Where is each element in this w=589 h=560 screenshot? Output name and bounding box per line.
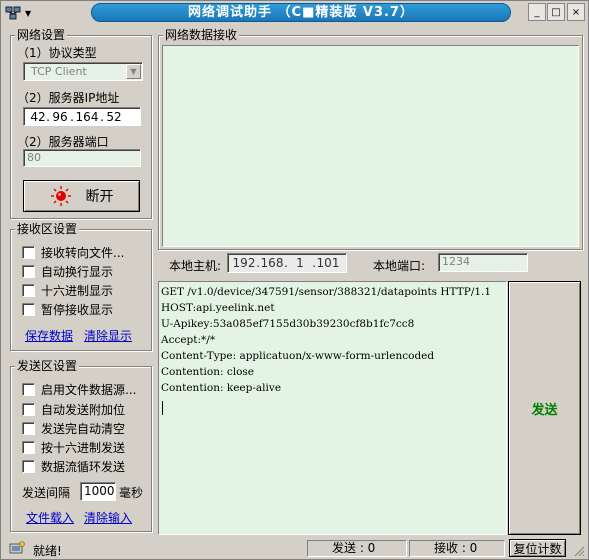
status-text: 就绪! [33,544,62,558]
send-interval-label: 发送间隔 [22,486,71,500]
local-host-label: 本地主机: [169,259,222,273]
recv-data-area[interactable] [162,45,579,247]
clear-display-link[interactable]: 清除显示 [84,327,132,344]
reset-count-button[interactable]: 复位计数 [509,539,566,557]
auto-wrap-checkbox[interactable]: 自动换行显示 [22,263,113,280]
chevron-down-icon[interactable]: ▼ [126,64,141,79]
server-port-label: （2）服务器端口 [17,135,109,149]
send-text-line: HOST:api.yeelink.net [161,302,275,314]
close-button[interactable]: × [567,3,585,21]
title-bar: ▼ 网络调试助手 （C■精装版 V3.7） _ □ × [1,1,588,25]
local-host-field[interactable]: 192 . 168 . 1 . 101 [227,253,347,273]
recv-settings-title: 接收区设置 [15,222,80,236]
window-title: 网络调试助手 （C■精装版 V3.7） [91,3,511,22]
auto-clear-checkbox[interactable]: 发送完自动清空 [22,420,125,437]
connection-indicator-icon [50,186,71,206]
resize-grip-icon[interactable] [573,545,585,557]
send-button[interactable]: 发送 [508,281,581,535]
local-ip-octet: 192 [232,256,256,270]
server-ip-octet: 52 [106,109,122,124]
local-ip-octet: 1 [296,256,304,270]
local-ip-octet: 168 [260,256,284,270]
send-text-area[interactable]: GET /v1.0/device/347591/sensor/388321/da… [158,281,507,535]
interval-unit-label: 毫秒 [119,486,144,500]
recv-area-title: 网络数据接收 [163,28,240,42]
send-text-line: U-Apikey:53a085ef7155d30b39230cf8b1fc7cc… [161,318,415,330]
protocol-value: TCP Client [31,65,87,78]
server-ip-label: （2）服务器IP地址 [17,91,120,105]
send-interval-input[interactable]: 1000 [80,482,116,501]
local-port-field[interactable]: 1234 [438,253,528,272]
send-settings-title: 发送区设置 [15,359,80,373]
clear-input-link[interactable]: 清除输入 [84,509,132,526]
hex-display-checkbox[interactable]: 十六进制显示 [22,282,113,299]
disconnect-label: 断开 [85,189,114,205]
app-window: ▼ 网络调试助手 （C■精装版 V3.7） _ □ × 网络设置 （1）协议类型… [0,0,589,560]
system-menu[interactable]: ▼ [5,3,45,23]
server-ip-field[interactable]: 42 . 96 . 164 . 52 [23,107,141,126]
recv-to-file-checkbox[interactable]: 接收转向文件... [22,244,124,261]
status-icon [9,541,25,554]
server-ip-octet: 96 [52,109,68,124]
send-text-line: Contention: close [161,366,255,378]
protocol-select[interactable]: TCP Client ▼ [23,62,143,81]
net-settings-title: 网络设置 [15,28,68,42]
send-text-line: GET /v1.0/device/347591/sensor/388321/da… [161,286,492,298]
text-caret [162,401,163,415]
hex-send-checkbox[interactable]: 按十六进制发送 [22,439,125,456]
file-source-checkbox[interactable]: 启用文件数据源... [22,381,136,398]
status-bar: 就绪! 发送 : 0 接收 : 0 复位计数 [1,538,588,559]
loop-send-checkbox[interactable]: 数据流循环发送 [22,458,125,475]
save-data-link[interactable]: 保存数据 [25,327,73,344]
local-port-label: 本地端口: [373,259,426,273]
recv-count: 接收 : 0 [409,540,505,557]
minimize-button[interactable]: _ [528,3,546,21]
send-text-line: Accept:*/* [161,334,216,346]
sent-count: 发送 : 0 [307,540,407,557]
pause-display-checkbox[interactable]: 暂停接收显示 [22,301,113,318]
load-file-link[interactable]: 文件载入 [26,509,74,526]
server-ip-octet: 164 [75,109,99,124]
disconnect-button[interactable]: 断开 [23,180,140,212]
server-port-field[interactable]: 80 [23,149,141,167]
network-app-icon [5,6,21,20]
maximize-button[interactable]: □ [547,3,565,21]
send-text-line: Contention: keep-alive [161,382,282,394]
server-ip-octet: 42 [30,109,46,124]
protocol-label: （1）协议类型 [17,46,97,60]
send-text-line: Content-Type: applicatuon/x-www-form-url… [161,350,435,362]
auto-append-checkbox[interactable]: 自动发送附加位 [22,401,125,418]
chevron-down-icon: ▼ [25,8,32,18]
local-ip-octet: 101 [316,256,340,270]
